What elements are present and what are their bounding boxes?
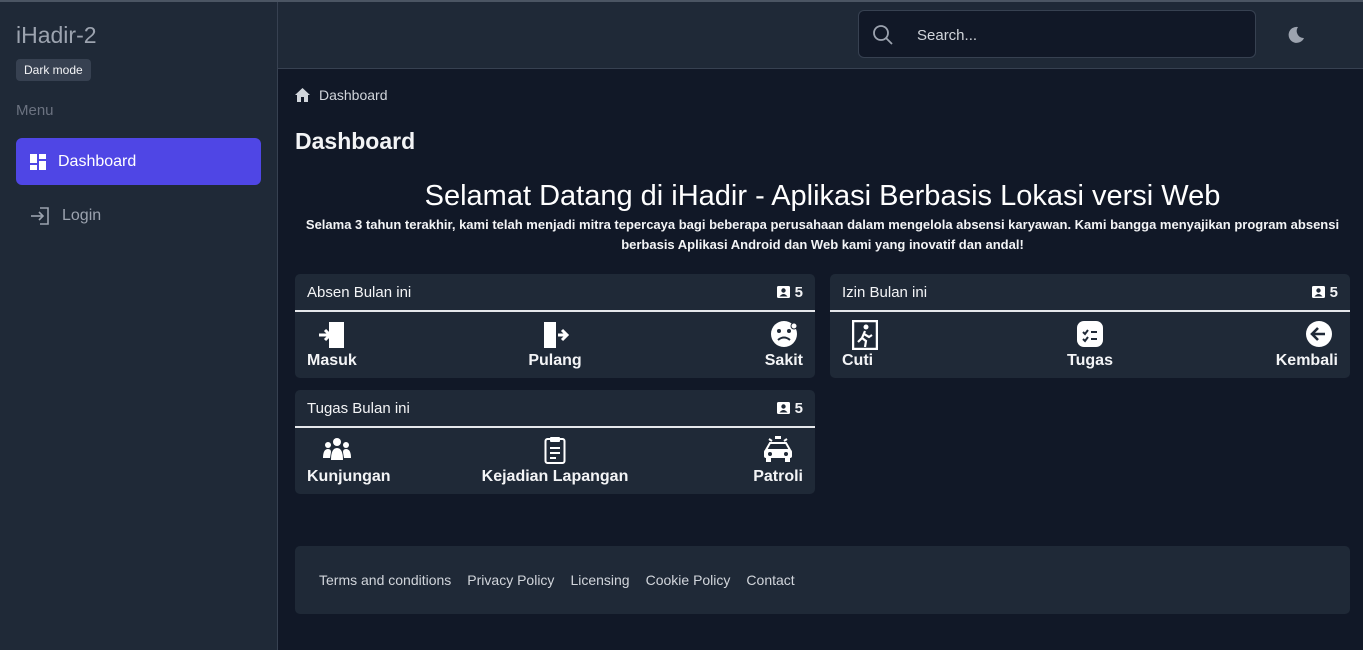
card-header: Izin Bulan ini 5 xyxy=(830,274,1350,312)
tugas-patroli[interactable]: Patroli xyxy=(653,428,803,492)
page-title: Dashboard xyxy=(295,128,416,154)
login-icon xyxy=(31,206,49,225)
card-count: 5 xyxy=(776,284,803,301)
moon-icon[interactable] xyxy=(1287,26,1305,44)
door-exit-icon xyxy=(544,322,570,348)
izin-kembali[interactable]: Kembali xyxy=(1188,312,1338,376)
item-label: Tugas xyxy=(1067,352,1113,369)
tugas-kejadian-lapangan[interactable]: Kejadian Lapangan xyxy=(470,428,640,492)
sidebar-item-label: Login xyxy=(62,206,102,224)
footer-link-cookie[interactable]: Cookie Policy xyxy=(646,572,731,588)
card-count: 5 xyxy=(776,400,803,417)
dashboard-grid-icon xyxy=(30,153,46,170)
breadcrumb-label[interactable]: Dashboard xyxy=(319,87,388,103)
search-input[interactable] xyxy=(915,22,1239,48)
menu-label: Menu xyxy=(16,102,54,119)
sidebar: iHadir-2 Dark mode Menu Dashboard Login xyxy=(0,2,278,650)
home-icon[interactable] xyxy=(295,88,310,102)
search-box[interactable] xyxy=(858,10,1256,58)
checklist-icon xyxy=(1077,321,1103,347)
izin-tugas[interactable]: Tugas xyxy=(1015,312,1165,376)
people-group-icon xyxy=(323,438,351,460)
door-enter-icon xyxy=(319,322,344,348)
footer-link-privacy[interactable]: Privacy Policy xyxy=(467,572,554,588)
sidebar-item-label: Dashboard xyxy=(58,152,137,170)
contact-card-icon xyxy=(776,286,790,298)
tugas-card: Tugas Bulan ini 5 Kunjungan Kejadian Lap… xyxy=(295,390,815,494)
absen-card: Absen Bulan ini 5 Masuk Pulang Sakit xyxy=(295,274,815,378)
arrow-left-circle-icon xyxy=(1306,321,1332,347)
clipboard-icon xyxy=(544,437,566,464)
item-label: Sakit xyxy=(764,352,803,369)
welcome-title: Selamat Datang di iHadir - Aplikasi Berb… xyxy=(424,180,1221,212)
welcome-description: Selama 3 tahun terakhir, kami telah menj… xyxy=(305,217,1340,252)
footer-link-contact[interactable]: Contact xyxy=(746,572,794,588)
breadcrumb: Dashboard xyxy=(295,87,388,103)
footer-link-terms[interactable]: Terms and conditions xyxy=(319,572,451,588)
contact-card-icon xyxy=(1311,286,1325,298)
card-title: Tugas Bulan ini xyxy=(307,399,410,417)
absen-sakit[interactable]: Sakit xyxy=(653,312,803,376)
search-icon xyxy=(873,25,893,45)
izin-card: Izin Bulan ini 5 Cuti Tugas Kembali xyxy=(830,274,1350,378)
dark-mode-badge[interactable]: Dark mode xyxy=(16,59,91,81)
contact-card-icon xyxy=(776,402,790,414)
top-header xyxy=(278,2,1363,69)
card-count: 5 xyxy=(1311,284,1338,301)
sick-face-icon xyxy=(771,321,798,347)
walking-exit-icon xyxy=(852,320,878,350)
patrol-car-icon xyxy=(764,436,792,462)
izin-cuti[interactable]: Cuti xyxy=(842,312,992,376)
sidebar-item-dashboard[interactable]: Dashboard xyxy=(16,138,261,185)
card-title: Izin Bulan ini xyxy=(842,283,928,301)
item-label: Cuti xyxy=(842,352,874,369)
item-label: Pulang xyxy=(528,352,582,369)
footer: Terms and conditions Privacy Policy Lice… xyxy=(295,546,1350,614)
absen-pulang[interactable]: Pulang xyxy=(480,312,630,376)
item-label: Masuk xyxy=(307,352,357,369)
card-title: Absen Bulan ini xyxy=(307,283,412,301)
footer-link-licensing[interactable]: Licensing xyxy=(570,572,629,588)
tugas-kunjungan[interactable]: Kunjungan xyxy=(307,428,457,492)
item-label: Kunjungan xyxy=(307,468,391,485)
card-header: Absen Bulan ini 5 xyxy=(295,274,815,312)
item-label: Kejadian Lapangan xyxy=(481,468,629,485)
item-label: Kembali xyxy=(1275,352,1338,369)
card-header: Tugas Bulan ini 5 xyxy=(295,390,815,428)
sidebar-item-login[interactable]: Login xyxy=(16,192,261,239)
item-label: Patroli xyxy=(753,468,803,485)
absen-masuk[interactable]: Masuk xyxy=(307,312,457,376)
app-title: iHadir-2 xyxy=(16,22,97,48)
